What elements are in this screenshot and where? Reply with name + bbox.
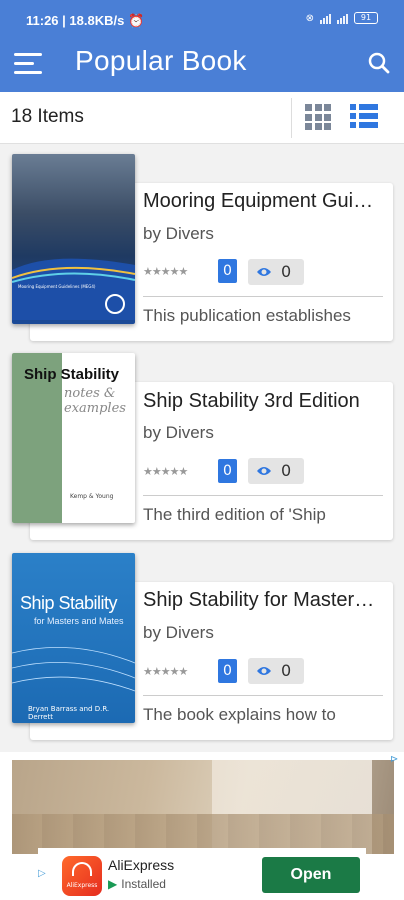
cover-authors: Kemp & Young: [70, 493, 114, 500]
cover-authors: Bryan Barrass and D.R. Derrett: [28, 705, 110, 721]
cover-title: Ship Stability: [20, 593, 118, 613]
views-count: 0: [281, 661, 292, 680]
battery-icon: 91: [354, 12, 378, 24]
hamburger-menu-icon[interactable]: [14, 53, 42, 75]
rating-badge: 0: [218, 459, 237, 483]
list-toolbar: 18 Items: [0, 92, 404, 144]
app-bar: Popular Book: [0, 36, 404, 92]
star-icon: ★★★★★: [143, 265, 188, 278]
grid-view-icon[interactable]: [305, 104, 331, 130]
cover-subtitle: notes & examples: [64, 386, 126, 416]
item-count: 18 Items: [11, 106, 84, 127]
card-divider: [143, 695, 383, 696]
page-title: Popular Book: [75, 45, 247, 76]
eye-icon: [257, 467, 271, 475]
play-store-icon: ▶: [108, 877, 118, 891]
book-cover[interactable]: Ship Stability notes & examples Kemp & Y…: [12, 353, 135, 523]
cover-title: Ship Stability: [24, 366, 120, 383]
status-icons: ⊗ 91: [306, 12, 378, 24]
ad-install-status: ▶ Installed: [108, 877, 166, 891]
signal-icon-2: [337, 12, 348, 24]
book-title[interactable]: Mooring Equipment Guidelines (MEG4): [143, 190, 383, 213]
book-cover[interactable]: Mooring Equipment Guidelines (MEG4): [12, 154, 135, 324]
card-divider: [143, 296, 383, 297]
ad-image[interactable]: [12, 760, 394, 854]
ad-app-name[interactable]: AliExpress: [108, 857, 174, 873]
cover-label: Mooring Equipment Guidelines (MEG4): [18, 284, 96, 289]
rating-badge: 0: [218, 259, 237, 283]
cover-line-graphic: [12, 647, 135, 692]
book-author: by Divers: [143, 423, 214, 442]
ad-choices-icon[interactable]: ⊳: [390, 754, 402, 766]
views-pill: 0: [248, 458, 304, 484]
eye-icon: [257, 268, 271, 276]
ad-open-button[interactable]: Open: [262, 857, 360, 893]
toolbar-divider: [291, 98, 292, 138]
book-cover[interactable]: Ship Stability for Masters and Mates Bry…: [12, 553, 135, 723]
views-pill: 0: [248, 658, 304, 684]
book-title[interactable]: Ship Stability 3rd Edition: [143, 390, 383, 413]
list-view-icon[interactable]: [350, 104, 378, 130]
book-title[interactable]: Ship Stability for Masters and Mates: [143, 589, 383, 612]
ad-app-logo[interactable]: AliExpress: [62, 856, 102, 896]
dnd-icon: ⊗: [305, 12, 314, 24]
status-time: 11:26 | 18.8KB/s ⏰: [26, 13, 145, 28]
cover-subtitle: for Masters and Mates: [34, 616, 124, 626]
star-icon: ★★★★★: [143, 465, 188, 478]
signal-icon: [320, 12, 331, 24]
publisher-logo: [105, 294, 125, 314]
shopping-bag-icon: [72, 862, 92, 876]
book-description: The book explains how to perform KB, BM,…: [143, 705, 336, 730]
book-description: This publication establishes recommendat…: [143, 306, 351, 331]
views-count: 0: [281, 461, 292, 480]
status-bar: 11:26 | 18.8KB/s ⏰ ⊗ 91: [0, 0, 404, 36]
book-description: The third edition of 'Ship Stability Not…: [143, 505, 367, 530]
search-icon[interactable]: [368, 52, 390, 74]
eye-icon: [257, 667, 271, 675]
views-count: 0: [281, 262, 292, 281]
star-icon: ★★★★★: [143, 665, 188, 678]
ad-logo-text: AliExpress: [66, 882, 98, 889]
book-author: by Divers: [143, 623, 214, 642]
card-divider: [143, 495, 383, 496]
book-author: by Divers: [143, 224, 214, 243]
views-pill: 0: [248, 259, 304, 285]
rating-badge: 0: [218, 659, 237, 683]
ad-info-icon[interactable]: ▷: [38, 868, 46, 879]
